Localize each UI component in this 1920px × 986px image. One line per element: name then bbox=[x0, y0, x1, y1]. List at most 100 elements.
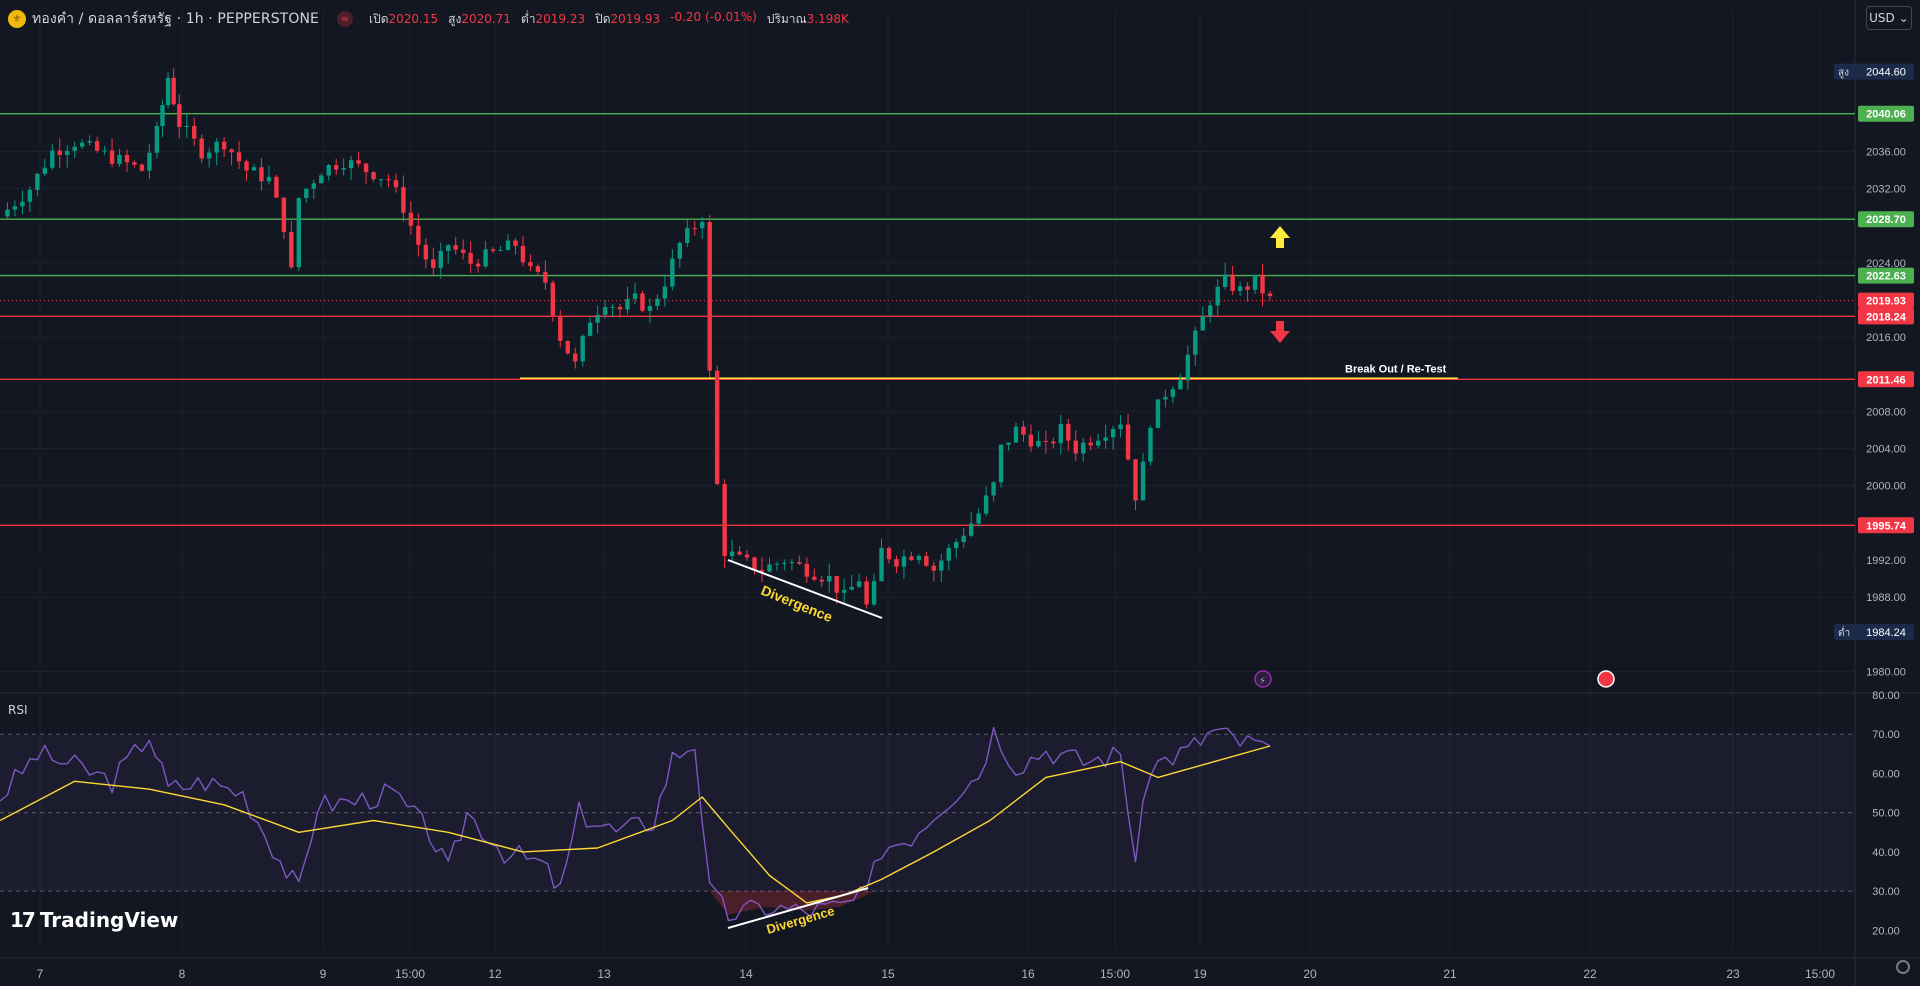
candle-body bbox=[363, 163, 369, 173]
candle-body bbox=[737, 551, 742, 555]
candle-body bbox=[983, 495, 989, 514]
candle-body bbox=[1230, 274, 1235, 291]
ohlc-volume-label: ปริมาณ bbox=[766, 11, 807, 26]
candle-body bbox=[789, 562, 795, 564]
candle-body bbox=[72, 146, 77, 151]
price-axis-tick: 1988.00 bbox=[1866, 592, 1906, 604]
candle-body bbox=[1095, 440, 1101, 446]
candle-body bbox=[565, 340, 570, 354]
candle-body bbox=[1237, 286, 1243, 291]
extreme-label-value: 1984.24 bbox=[1866, 627, 1906, 639]
candle-body bbox=[165, 77, 171, 106]
time-axis-tick: 13 bbox=[597, 967, 611, 981]
candle-body bbox=[587, 322, 593, 336]
candle-body bbox=[602, 306, 608, 315]
candle-body bbox=[1081, 442, 1086, 454]
rsi-axis-tick: 60.00 bbox=[1872, 768, 1900, 780]
candle-body bbox=[1013, 426, 1019, 443]
price-axis-tick: 1992.00 bbox=[1866, 555, 1906, 567]
candle-body bbox=[1208, 305, 1213, 317]
candle-body bbox=[160, 105, 165, 127]
candle-body bbox=[27, 189, 33, 202]
price-axis-tick: 2016.00 bbox=[1866, 332, 1906, 344]
brand-name: TradingView bbox=[39, 908, 179, 932]
candle-body bbox=[311, 183, 316, 189]
candle-body bbox=[1215, 286, 1220, 306]
candle-body bbox=[229, 149, 234, 153]
candle-body bbox=[886, 548, 892, 560]
candle-body bbox=[819, 579, 824, 582]
candle-body bbox=[423, 244, 429, 260]
candle-body bbox=[147, 152, 152, 171]
extreme-label-value: 2044.60 bbox=[1866, 67, 1906, 79]
candle-body bbox=[841, 589, 847, 593]
candle-body bbox=[864, 581, 869, 605]
candle-body bbox=[939, 560, 944, 571]
candle-body bbox=[685, 228, 690, 244]
candle-body bbox=[221, 141, 227, 150]
candle-body bbox=[961, 535, 966, 542]
breakout-label: Break Out / Re-Test bbox=[1345, 363, 1447, 375]
gold-coin-icon[interactable]: ⚜ bbox=[8, 10, 26, 28]
candle-body bbox=[102, 150, 107, 152]
ohlc-values: เปิด2020.15 สูง2020.71 ต่ำ2019.23 ปิด201… bbox=[369, 10, 849, 29]
time-axis-tick: 15:00 bbox=[1100, 967, 1130, 981]
market-closed-icon[interactable]: ≈ bbox=[336, 11, 353, 27]
price-level-label: 2022.63 bbox=[1866, 271, 1906, 283]
candle-body bbox=[1006, 442, 1011, 445]
currency-select[interactable]: USD ⌄ bbox=[1866, 6, 1912, 30]
price-level-label: 2040.06 bbox=[1866, 109, 1906, 121]
candle-body bbox=[677, 243, 683, 259]
candle-body bbox=[1222, 274, 1228, 287]
candle-body bbox=[259, 167, 264, 182]
candle-body bbox=[244, 161, 249, 171]
candle-body bbox=[528, 262, 533, 267]
candle-body bbox=[976, 513, 981, 524]
candle-body bbox=[281, 197, 287, 232]
price-level-label: 1995.74 bbox=[1866, 520, 1907, 532]
rsi-pane-label[interactable]: RSI bbox=[8, 703, 28, 717]
candle-body bbox=[356, 160, 361, 164]
time-axis-tick: 15 bbox=[881, 967, 895, 981]
candle-body bbox=[42, 167, 48, 174]
candle-body bbox=[236, 152, 242, 162]
candle-body bbox=[998, 444, 1004, 483]
gear-icon[interactable] bbox=[1896, 960, 1910, 974]
ohlc-open-value: 2020.15 bbox=[388, 11, 439, 26]
rsi-axis-tick: 50.00 bbox=[1872, 808, 1900, 820]
candle-body bbox=[1148, 427, 1153, 462]
candle-body bbox=[1133, 459, 1138, 501]
candle-body bbox=[483, 249, 488, 267]
symbol-legend: ⚜ ทองคำ / ดอลลาร์สหรัฐ · 1h · PEPPERSTON… bbox=[8, 9, 849, 29]
time-axis-tick: 7 bbox=[37, 967, 44, 981]
candle-body bbox=[774, 563, 780, 565]
candle-body bbox=[438, 250, 443, 268]
candle-body bbox=[744, 554, 750, 558]
tradingview-logo[interactable]: 17 TradingView bbox=[10, 908, 178, 932]
candle-body bbox=[1028, 434, 1034, 447]
candle-body bbox=[117, 155, 122, 164]
time-axis-tick: 23 bbox=[1726, 967, 1740, 981]
candle-body bbox=[1140, 461, 1146, 501]
ohlc-open-label: เปิด bbox=[368, 11, 389, 26]
candle-body bbox=[401, 187, 406, 213]
candle-body bbox=[894, 559, 899, 567]
candle-body bbox=[65, 150, 70, 156]
candle-body bbox=[1155, 399, 1161, 428]
candle-body bbox=[124, 155, 130, 163]
candle-body bbox=[647, 305, 653, 311]
chart-canvas[interactable]: Break Out / Re-TestDivergence⚡สูง 2044.60… bbox=[0, 0, 1920, 986]
time-axis-tick: 19 bbox=[1193, 967, 1207, 981]
candle-body bbox=[1200, 316, 1205, 331]
candle-body bbox=[1125, 424, 1131, 460]
lightning-glyph-icon: ⚡ bbox=[1259, 676, 1266, 687]
candle-body bbox=[849, 586, 854, 590]
candle-body bbox=[20, 201, 25, 207]
symbol-title[interactable]: ทองคำ / ดอลลาร์สหรัฐ · 1h · PEPPERSTONE bbox=[32, 8, 319, 30]
candle-body bbox=[50, 150, 55, 168]
time-axis-tick: 16 bbox=[1021, 967, 1035, 981]
candle-body bbox=[834, 576, 839, 593]
rsi-axis-tick: 70.00 bbox=[1872, 729, 1900, 741]
candle-body bbox=[871, 581, 877, 605]
time-axis-tick: 21 bbox=[1443, 967, 1457, 981]
